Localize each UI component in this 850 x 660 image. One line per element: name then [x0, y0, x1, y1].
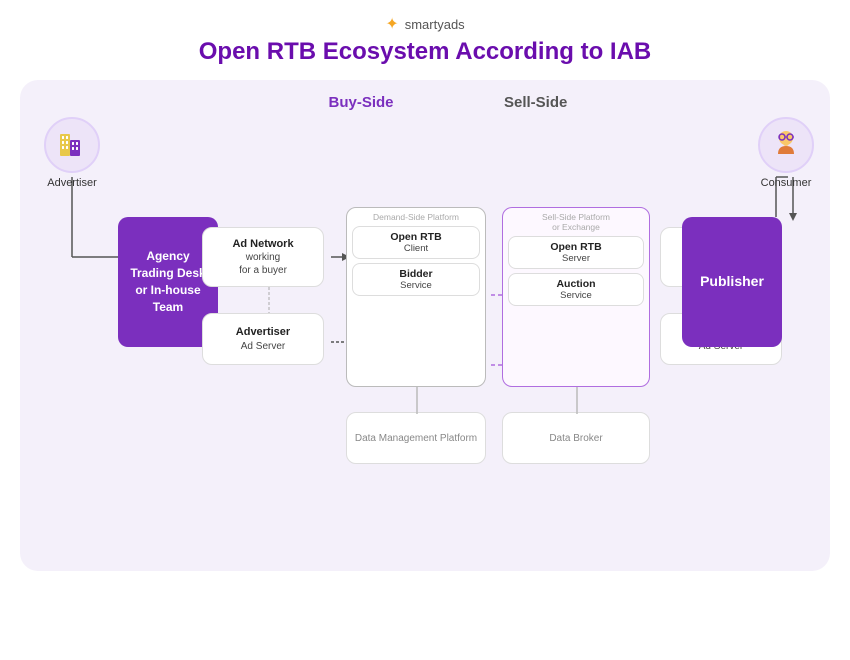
- dmp-box: Data Management Platform: [346, 412, 486, 464]
- bidder-service-box: Bidder Service: [352, 263, 480, 296]
- ssp-label: Sell-Side Platform or Exchange: [542, 212, 610, 232]
- consumer-label: Consumer: [761, 177, 812, 189]
- dsp-wrapper: Demand-Side Platform Open RTB Client Bid…: [346, 207, 486, 387]
- buy-ad-network-box: Ad Network working for a buyer: [202, 227, 324, 287]
- sell-side-label: Sell-Side: [496, 94, 567, 111]
- page-title: Open RTB Ecosystem According to IAB: [199, 38, 652, 66]
- diagram: Advertiser Cons: [36, 117, 814, 557]
- advertiser-ad-server-box: Advertiser Ad Server: [202, 313, 324, 365]
- advertiser-icon-area: Advertiser: [44, 117, 100, 189]
- dsp-label: Demand-Side Platform: [373, 212, 459, 222]
- advertiser-icon: [44, 117, 100, 173]
- logo-area: ✦ smartyads: [385, 14, 464, 34]
- logo-text: smartyads: [405, 17, 465, 32]
- consumer-icon: [758, 117, 814, 173]
- diagram-container: Buy-Side Sell-Side: [20, 80, 830, 571]
- dsp-dmp-line: [416, 387, 418, 414]
- page: ✦ smartyads Open RTB Ecosystem According…: [0, 0, 850, 660]
- open-rtb-server-box: Open RTB Server: [508, 236, 644, 269]
- buy-side-label: Buy-Side: [226, 94, 496, 111]
- open-rtb-client-box: Open RTB Client: [352, 226, 480, 259]
- publisher-box: Publisher: [682, 217, 782, 347]
- ssp-broker-line: [576, 387, 578, 414]
- logo-icon: ✦: [385, 14, 398, 34]
- consumer-icon-area: Consumer: [758, 117, 814, 189]
- data-broker-box: Data Broker: [502, 412, 650, 464]
- advertiser-label: Advertiser: [47, 177, 97, 189]
- auction-service-box: Auction Service: [508, 273, 644, 306]
- ssp-wrapper: Sell-Side Platform or Exchange Open RTB …: [502, 207, 650, 387]
